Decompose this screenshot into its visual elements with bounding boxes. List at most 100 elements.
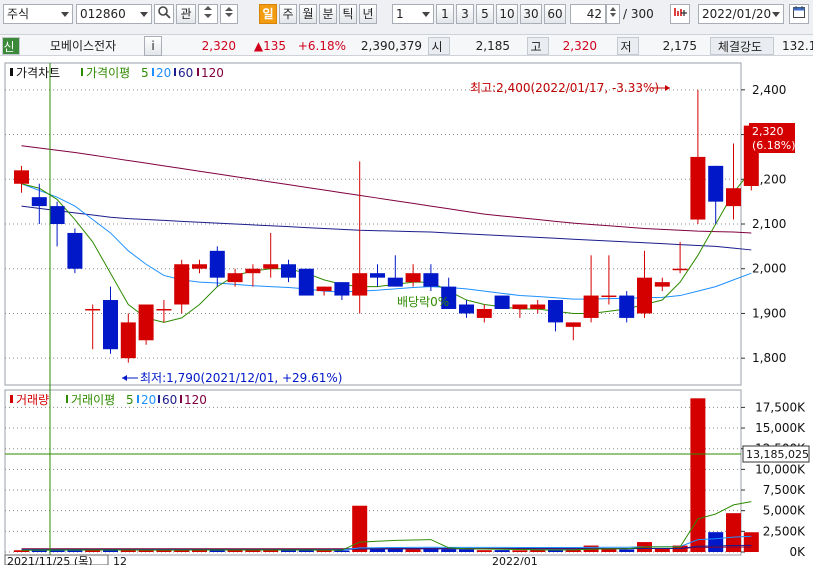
legend-price-title: 가격차트: [16, 66, 60, 80]
volume-tick-label: 7,500K: [763, 483, 806, 497]
volume-bar: [708, 532, 724, 552]
legend-ma-label: 가격이평: [86, 66, 130, 80]
period-minute-button[interactable]: 분: [319, 4, 337, 24]
minute-select-value: 1: [396, 7, 404, 21]
count-spin-icon[interactable]: [606, 4, 620, 24]
current-price: 2,320: [201, 39, 236, 53]
legend-ma5: 5: [141, 66, 149, 80]
candle-body: [619, 295, 635, 318]
candle-body: [263, 264, 279, 269]
legend-ma120-marker: [197, 68, 199, 76]
volume-bar: [316, 550, 332, 552]
x-label-jan: 2022/01: [492, 555, 538, 565]
volume-bar: [743, 532, 759, 552]
stock-info-button[interactable]: i: [144, 36, 162, 56]
volume-tick-label: 15,000K: [755, 421, 806, 435]
candle-body: [459, 304, 474, 314]
price-legend: 가격차트 가격이평 5 20 60 120: [10, 66, 224, 80]
volume-bar: [85, 550, 101, 552]
period-day-button[interactable]: 일: [259, 4, 277, 24]
volume-tick-label: 2,500K: [763, 524, 806, 538]
candle-body: [281, 264, 296, 278]
candle-body: [31, 197, 47, 207]
market-type-select[interactable]: 주식: [3, 4, 73, 24]
candle-body: [156, 308, 172, 311]
preset-10-button[interactable]: 10: [496, 4, 518, 24]
volume-bar: [459, 549, 474, 552]
preset-1-button[interactable]: 1: [436, 4, 454, 24]
open-price: 2,185: [475, 39, 510, 53]
volume-bar: [352, 505, 368, 552]
candle-body: [370, 273, 385, 278]
legend-volume-title: 거래량: [16, 393, 49, 407]
display-count-input[interactable]: 42: [570, 4, 606, 24]
volume-bar: [690, 398, 706, 552]
price-tick-label: 1,800: [752, 351, 786, 365]
preset-3-button[interactable]: 3: [456, 4, 474, 24]
high-price: 2,320: [562, 39, 597, 53]
price-change: ▲135: [253, 39, 286, 53]
volume-bar: [494, 550, 510, 552]
volume-pane[interactable]: [4, 389, 742, 556]
candle-body: [138, 304, 154, 341]
volume-bar: [654, 548, 670, 552]
legend-vma120-marker: [180, 395, 182, 403]
candle-body: [103, 300, 118, 350]
candle-body: [334, 282, 350, 296]
volume-bar: [619, 549, 635, 552]
candle-body: [85, 308, 101, 311]
period-tick-button[interactable]: 틱: [339, 4, 357, 24]
ex-dividend-annotation: 배당락0%: [397, 295, 449, 309]
trade-volume: 2,390,379: [360, 39, 422, 53]
legend-vma-marker: [66, 395, 68, 403]
volume-bar: [405, 549, 421, 552]
candle-body: [316, 286, 332, 292]
volume-tick-label: 0K: [789, 545, 806, 559]
candle-body: [530, 304, 546, 309]
candle-body: [565, 322, 581, 327]
spin-updown-icon[interactable]: [220, 4, 238, 24]
add-chart-icon[interactable]: [670, 4, 690, 24]
candle-body: [494, 295, 510, 309]
calendar-icon[interactable]: [789, 4, 809, 24]
open-label: 시: [428, 37, 450, 55]
candle-body: [512, 304, 528, 309]
volume-tick-label: 5,000K: [763, 504, 806, 518]
last-rate-label: (6.18%): [752, 139, 796, 152]
candle-body: [548, 300, 563, 323]
volume-tick-label: 10,000K: [755, 462, 806, 476]
date-select[interactable]: 2022/01/20: [698, 4, 784, 24]
candle-body: [298, 268, 314, 296]
legend-ma120: 120: [201, 66, 224, 80]
period-week-button[interactable]: 주: [279, 4, 297, 24]
price-tick-label: 2,000: [752, 262, 786, 276]
preset-60-button[interactable]: 60: [544, 4, 566, 24]
high-label: 고: [527, 37, 549, 55]
legend-vma20: 20: [141, 393, 156, 407]
candle-body: [654, 282, 670, 287]
legend-vma-label: 거래이평: [71, 393, 115, 407]
strength-label: 체결강도: [710, 37, 774, 55]
preset-30-button[interactable]: 30: [520, 4, 542, 24]
display-count-value: 42: [586, 7, 602, 21]
candle-body: [423, 273, 439, 287]
candle-body: [352, 273, 368, 296]
search-icon[interactable]: [154, 4, 174, 24]
stock-chart[interactable]: 2,4002,3002,2002,1002,0001,9001,800 17,5…: [0, 58, 813, 565]
period-year-button[interactable]: 년: [359, 4, 377, 24]
legend-ma60: 60: [178, 66, 193, 80]
date-value: 2022/01/20: [702, 7, 772, 21]
stock-code-input[interactable]: 012860: [76, 4, 152, 24]
scroll-icon[interactable]: [198, 4, 218, 24]
volume-bar: [476, 550, 492, 552]
candle-body: [601, 295, 617, 298]
minute-select[interactable]: 1: [392, 4, 434, 24]
period-month-button[interactable]: 월: [299, 4, 317, 24]
candle-body: [245, 268, 261, 274]
legend-vma60: 60: [162, 393, 177, 407]
interest-button[interactable]: 관: [176, 4, 196, 24]
preset-5-button[interactable]: 5: [476, 4, 494, 24]
legend-ma20: 20: [156, 66, 171, 80]
chart-area[interactable]: 2,4002,3002,2002,1002,0001,9001,800 17,5…: [0, 58, 813, 565]
candle-body: [672, 268, 688, 271]
